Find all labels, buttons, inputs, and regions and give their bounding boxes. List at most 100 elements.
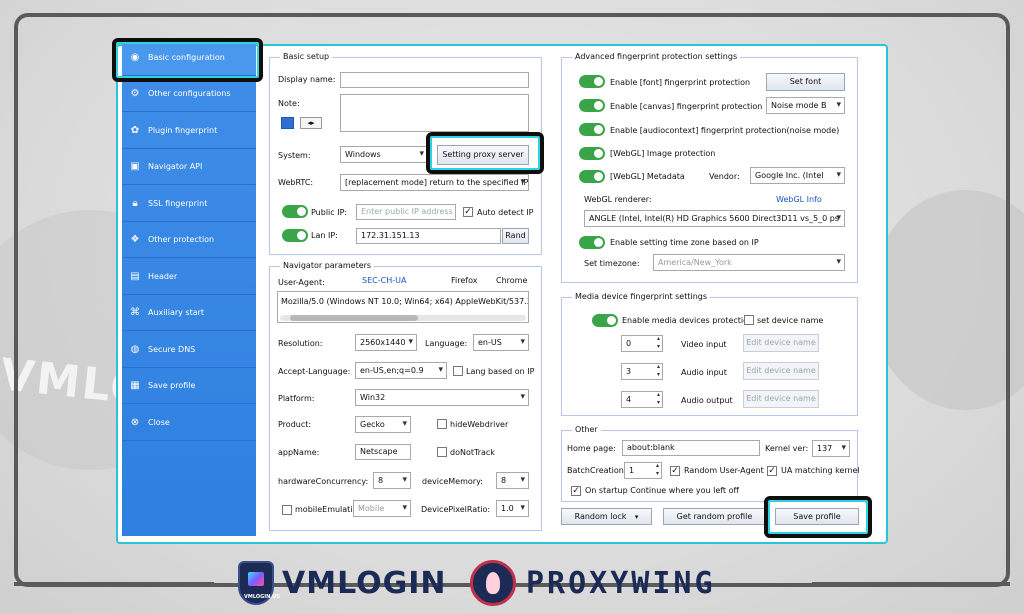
sidebar-item-auxiliary-start[interactable]: ⌘ Auxiliary start <box>122 295 256 331</box>
resolution-select[interactable]: 2560x1440 <box>355 334 417 351</box>
webgl-image-toggle[interactable] <box>579 147 605 160</box>
note-textarea[interactable] <box>340 94 529 132</box>
lan-ip-toggle[interactable] <box>282 229 308 242</box>
canvas-mode-select[interactable]: Noise mode B <box>766 97 845 114</box>
set-timezone-label: Set timezone: <box>584 259 640 268</box>
puzzle-icon: ✿ <box>130 124 140 136</box>
timezone-select[interactable]: America/New_York <box>653 254 845 271</box>
kernel-ver-select[interactable]: 137 <box>812 440 850 457</box>
sidebar-item-navigator-api[interactable]: ▣ Navigator API <box>122 149 256 185</box>
appname-input[interactable]: Netscape <box>355 444 411 460</box>
gear-icon: ⚙ <box>130 87 140 99</box>
lan-ip-input[interactable]: 172.31.151.13 <box>356 228 501 244</box>
sidebar-item-header[interactable]: ▤ Header <box>122 259 256 295</box>
audiocontext-protection-toggle[interactable] <box>579 123 605 136</box>
display-name-input[interactable] <box>340 72 529 88</box>
webgl-info-link[interactable]: WebGL Info <box>776 195 822 204</box>
proxywing-wordmark: PROXYWING <box>526 565 716 601</box>
mobile-select[interactable]: Mobile <box>353 500 411 517</box>
edit-audio-output-name-button[interactable]: Edit device name <box>743 390 819 408</box>
sidebar-item-save-profile[interactable]: ▦ Save profile <box>122 368 256 404</box>
shield-icon: ❖ <box>130 233 140 245</box>
api-icon: ▣ <box>130 160 140 172</box>
sidebar-item-label: Navigator API <box>148 162 203 171</box>
ua-scrollbar-thumb[interactable] <box>290 315 418 321</box>
webrtc-select[interactable]: [replacement mode] return to the specifi… <box>340 174 529 191</box>
set-device-name-checkbox[interactable] <box>744 315 754 325</box>
proxywing-logo-icon <box>470 560 516 606</box>
sidebar-item-plugin-fingerprint[interactable]: ✿ Plugin fingerprint <box>122 113 256 149</box>
ua-matching-kernel-label: UA matching kernel <box>781 466 860 475</box>
on-startup-checkbox[interactable]: ✓ <box>571 486 581 496</box>
lan-ip-label: Lan IP: <box>311 231 338 240</box>
home-page-input[interactable]: about:blank <box>622 440 760 456</box>
panel-title: Other <box>572 425 601 434</box>
sec-ch-ua-link[interactable]: SEC-CH-UA <box>362 276 406 285</box>
firefox-link[interactable]: Firefox <box>451 276 477 285</box>
public-ip-label: Public IP: <box>311 208 348 217</box>
vmlogin-brand: VMLOGIN.US VMLOGIN <box>238 560 447 606</box>
panel-title: Navigator parameters <box>280 261 375 270</box>
video-input-stepper[interactable]: 0 <box>621 335 663 352</box>
home-icon[interactable] <box>281 117 294 129</box>
accept-language-select[interactable]: en-US,en;q=0.9 <box>355 362 447 379</box>
font-protection-label: Enable [font] fingerprint protection <box>610 78 751 87</box>
batch-creation-stepper[interactable]: 1 <box>624 462 662 479</box>
mobile-emulation-checkbox[interactable] <box>282 505 292 515</box>
hide-webdriver-label: hideWebdriver <box>450 420 509 429</box>
note-label: Note: <box>278 99 300 108</box>
ua-matching-kernel-checkbox[interactable]: ✓ <box>767 466 777 476</box>
lang-based-ip-checkbox[interactable] <box>453 366 463 376</box>
panel-title: Media device fingerprint settings <box>572 292 711 301</box>
edit-audio-input-name-button[interactable]: Edit device name <box>743 362 819 380</box>
webgl-renderer-label: WebGL renderer: <box>584 195 652 204</box>
platform-select[interactable]: Win32 <box>355 389 529 406</box>
hide-webdriver-checkbox[interactable] <box>437 419 447 429</box>
public-ip-input[interactable]: Enter public IP address <box>356 204 456 220</box>
product-label: Product: <box>278 420 312 429</box>
webgl-renderer-select[interactable]: ANGLE (Intel, Intel(R) HD Graphics 5600 … <box>584 210 845 227</box>
device-memory-select[interactable]: 8 <box>496 472 529 489</box>
chrome-link[interactable]: Chrome <box>496 276 527 285</box>
donottrack-checkbox[interactable] <box>437 447 447 457</box>
lock-icon: 🔒︎ <box>132 197 138 209</box>
audio-output-stepper[interactable]: 4 <box>621 391 663 408</box>
sidebar-item-other-protection[interactable]: ❖ Other protection <box>122 222 256 258</box>
close-icon: ⊗ <box>130 416 140 428</box>
canvas-protection-toggle[interactable] <box>579 99 605 112</box>
divider-line <box>812 582 1010 586</box>
system-select[interactable]: Windows <box>340 146 428 163</box>
public-ip-toggle[interactable] <box>282 205 308 218</box>
media-devices-toggle[interactable] <box>592 314 618 327</box>
get-random-profile-button[interactable]: Get random profile <box>663 508 766 525</box>
kernel-ver-label: Kernel ver: <box>765 444 809 453</box>
set-font-button[interactable]: Set font <box>766 73 845 91</box>
vendor-label: Vendor: <box>709 172 740 181</box>
webgl-metadata-toggle[interactable] <box>579 170 605 183</box>
sidebar: ◉ Basic configuration ⚙ Other configurat… <box>122 40 256 536</box>
random-ua-checkbox[interactable]: ✓ <box>670 466 680 476</box>
video-input-label: Video input <box>681 340 727 349</box>
sidebar-item-secure-dns[interactable]: ◍ Secure DNS <box>122 332 256 368</box>
edit-video-device-name-button[interactable]: Edit device name <box>743 334 819 352</box>
language-select[interactable]: en-US <box>473 334 529 351</box>
sidebar-item-close[interactable]: ⊗ Close <box>122 405 256 441</box>
timezone-ip-toggle[interactable] <box>579 236 605 249</box>
sidebar-item-label: Header <box>148 272 178 281</box>
sidebar-item-label: Auxiliary start <box>148 308 205 317</box>
font-protection-toggle[interactable] <box>579 75 605 88</box>
header-icon: ▤ <box>130 270 140 282</box>
random-lock-button[interactable]: Random lock ▾ <box>561 508 652 525</box>
divider-line <box>14 582 214 586</box>
audio-input-stepper[interactable]: 3 <box>621 363 663 380</box>
rand-button[interactable]: Rand <box>502 228 529 244</box>
sidebar-item-ssl-fingerprint[interactable]: 🔒︎ SSL fingerprint <box>122 186 256 222</box>
vendor-select[interactable]: Google Inc. (Intel <box>750 167 845 184</box>
product-select[interactable]: Gecko <box>355 416 411 433</box>
auto-detect-ip-checkbox[interactable]: ✓ <box>463 207 473 217</box>
lang-based-ip-label: Lang based on IP <box>466 367 535 376</box>
device-pixel-ratio-select[interactable]: 1.0 <box>496 500 529 517</box>
webrtc-label: WebRTC: <box>278 178 314 187</box>
hardware-concurrency-select[interactable]: 8 <box>373 472 411 489</box>
arrow-nav-icon[interactable]: ◂▸ <box>300 117 322 129</box>
